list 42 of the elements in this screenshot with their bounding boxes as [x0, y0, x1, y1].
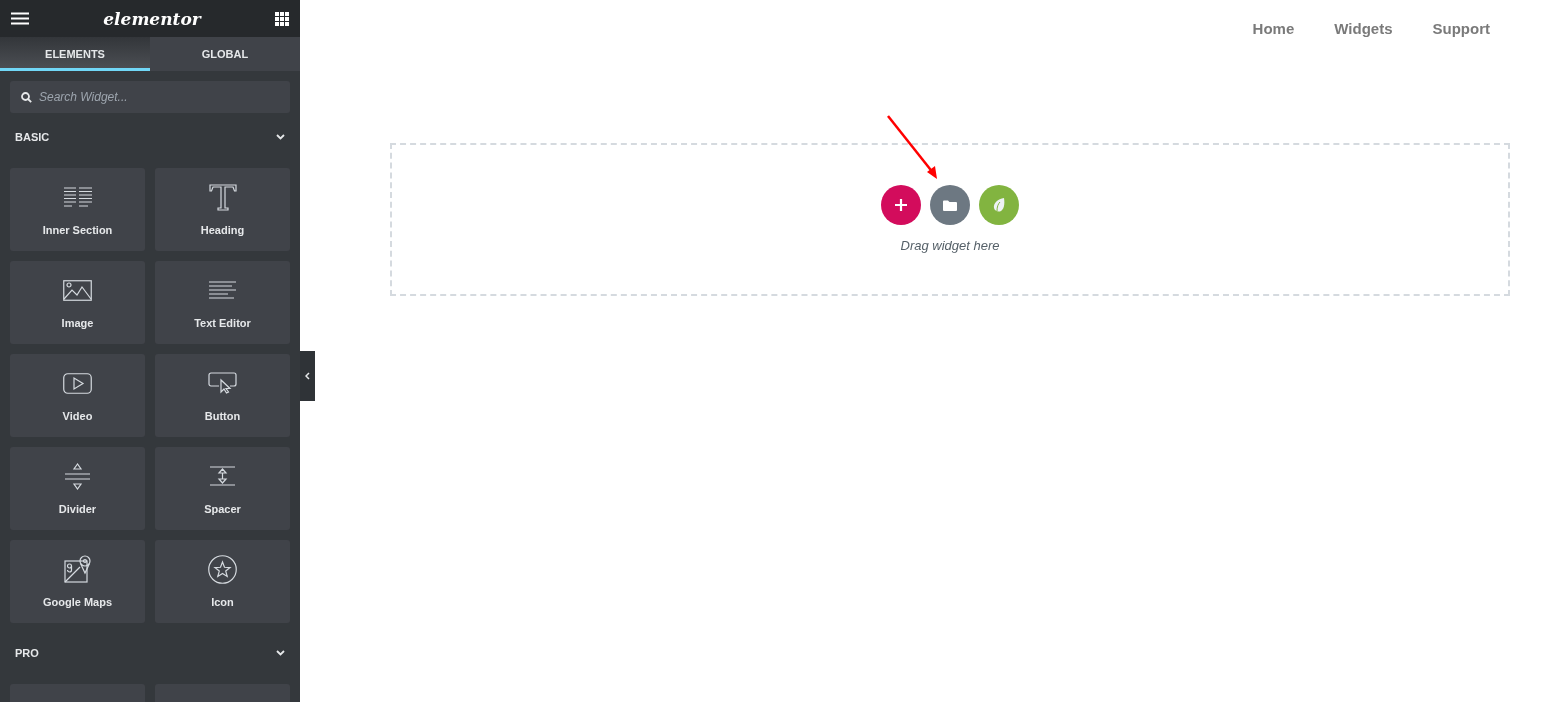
- widget-tile[interactable]: Text Editor: [155, 261, 290, 344]
- columns-icon: [62, 187, 93, 207]
- play-icon: [63, 372, 92, 394]
- widget-tile[interactable]: Spacer: [155, 447, 290, 530]
- widget-tile[interactable]: Icon: [155, 540, 290, 623]
- chevron-left-icon: [305, 372, 310, 380]
- category-title[interactable]: PRO: [15, 644, 39, 662]
- widget-tile[interactable]: Google Maps: [10, 540, 145, 623]
- widget-tile[interactable]: Divider: [10, 447, 145, 530]
- widget-tile[interactable]: Button: [155, 354, 290, 437]
- drop-hint: Drag widget here: [900, 238, 1000, 254]
- widget-tile[interactable]: Inner Section: [10, 168, 145, 251]
- category-title[interactable]: BASIC: [15, 128, 50, 146]
- widget-tile[interactable]: Video: [10, 354, 145, 437]
- divider-icon: [64, 462, 91, 490]
- chevron-down-icon[interactable]: [276, 650, 285, 656]
- widget-tile[interactable]: Image: [10, 261, 145, 344]
- drop-zone[interactable]: Drag widget here: [390, 143, 1510, 296]
- text-lines-icon: [208, 280, 237, 300]
- chevron-down-icon[interactable]: [276, 134, 285, 140]
- map-pin-icon: [64, 555, 91, 583]
- apps-grid-icon[interactable]: [275, 11, 289, 26]
- nav-link[interactable]: Home: [1252, 20, 1295, 38]
- menu-icon[interactable]: [11, 12, 29, 25]
- search-field[interactable]: Search Widget...: [10, 81, 290, 113]
- annotation-arrow: [887, 115, 937, 179]
- plus-icon: [895, 199, 907, 211]
- folder-button[interactable]: [930, 185, 970, 225]
- serif-t-icon: [208, 183, 237, 211]
- collapse-handle[interactable]: [300, 351, 315, 401]
- widget-tile[interactable]: Heading: [155, 168, 290, 251]
- search-icon: [21, 92, 32, 103]
- spacer-icon: [209, 466, 236, 486]
- cursor-button-icon: [208, 372, 237, 394]
- nav-link[interactable]: Widgets: [1334, 20, 1393, 38]
- nav-link[interactable]: Support: [1432, 20, 1490, 38]
- folder-icon: [943, 199, 957, 211]
- logo: elementor: [103, 8, 201, 29]
- leaf-icon: [993, 198, 1005, 212]
- image-icon: [63, 279, 92, 301]
- panel-tab[interactable]: GLOBAL: [150, 37, 300, 71]
- add-button[interactable]: [881, 185, 921, 225]
